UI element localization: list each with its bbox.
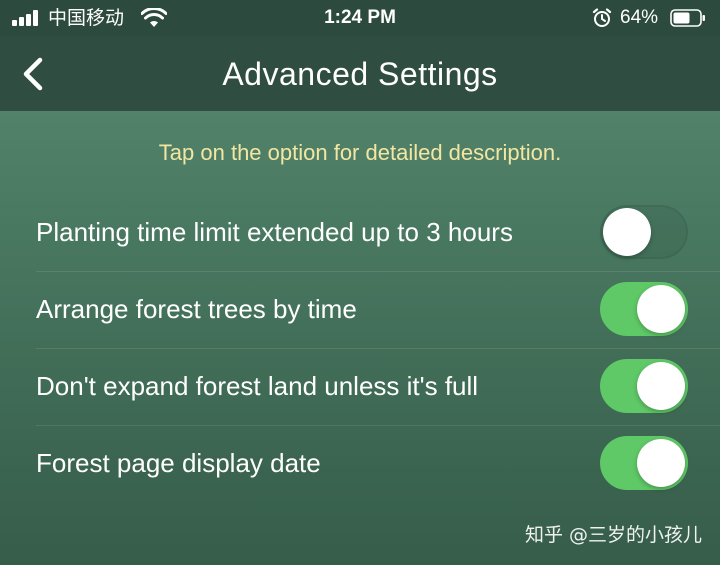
setting-row-planting-time-limit[interactable]: Planting time limit extended up to 3 hou…: [36, 195, 720, 272]
setting-label: Arrange forest trees by time: [36, 294, 357, 324]
toggle-knob: [603, 208, 651, 256]
status-time: 1:24 PM: [324, 7, 396, 28]
battery-icon: [670, 9, 705, 27]
settings-list: Planting time limit extended up to 3 hou…: [0, 195, 720, 502]
setting-row-arrange-by-time[interactable]: Arrange forest trees by time: [36, 272, 720, 349]
setting-label: Forest page display date: [36, 448, 321, 478]
arrange-by-time-toggle[interactable]: [600, 282, 688, 336]
setting-label: Planting time limit extended up to 3 hou…: [36, 217, 513, 247]
display-date-toggle[interactable]: [600, 436, 688, 490]
setting-row-display-date[interactable]: Forest page display date: [36, 426, 720, 502]
battery-percent: 64%: [620, 7, 659, 28]
setting-row-expand-forest-land[interactable]: Don't expand forest land unless it's ful…: [36, 349, 720, 426]
page-title: Advanced Settings: [222, 56, 498, 92]
hint-text: Tap on the option for detailed descripti…: [158, 140, 562, 165]
watermark: 知乎 @三岁的小孩儿: [524, 524, 702, 546]
toggle-knob: [637, 439, 685, 487]
app-screen: 中国移动 1:24 PM 64% Advanced Settings Tap o…: [0, 0, 720, 565]
toggle-knob: [637, 285, 685, 333]
planting-time-limit-toggle[interactable]: [600, 205, 688, 259]
status-bar: 中国移动 1:24 PM 64%: [0, 0, 720, 36]
toggle-knob: [637, 362, 685, 410]
expand-forest-land-toggle[interactable]: [600, 359, 688, 413]
alarm-icon: [592, 8, 612, 27]
setting-label: Don't expand forest land unless it's ful…: [36, 371, 479, 401]
navigation-bar: Advanced Settings: [0, 36, 720, 111]
